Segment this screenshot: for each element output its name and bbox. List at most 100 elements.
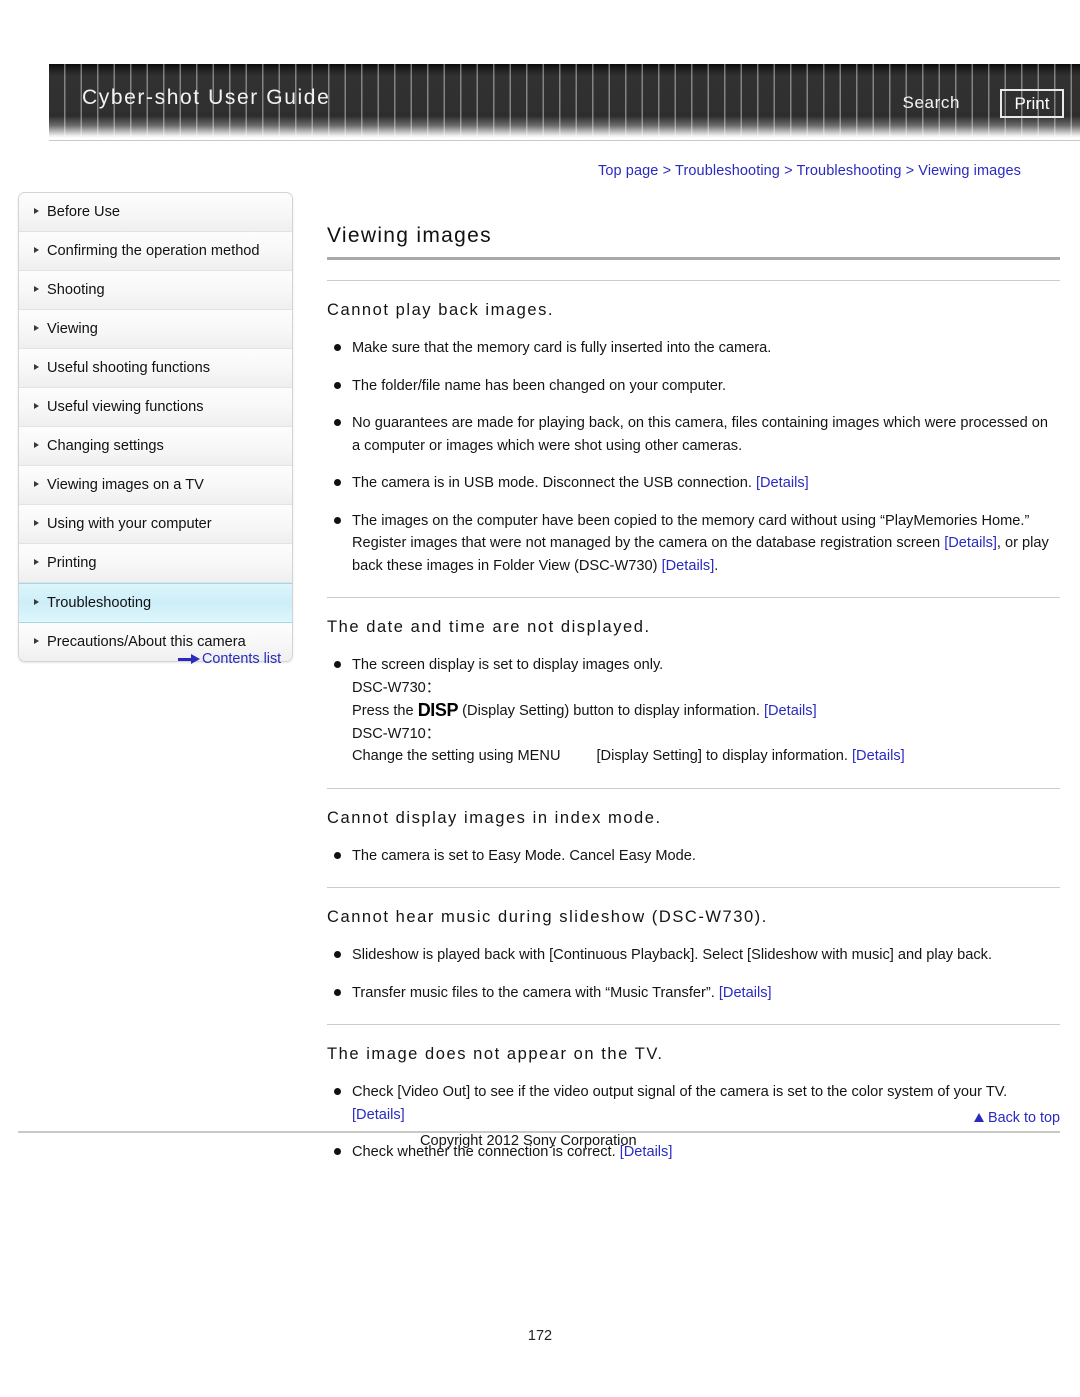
app-title: Cyber-shot User Guide <box>82 86 331 109</box>
main-content: Viewing images Cannot play back images. M… <box>327 224 1060 1164</box>
triangle-right-icon <box>34 638 39 644</box>
contents-list-label: Contents list <box>202 651 282 667</box>
app-header: Cyber-shot User Guide Search Print <box>49 64 1080 138</box>
sidebar-item-label: Viewing images on a TV <box>47 477 204 493</box>
bullet-item: The screen display is set to display ima… <box>327 654 1060 768</box>
bullet-item: No guarantees are made for playing back,… <box>327 412 1060 457</box>
bullet-dot-icon <box>334 516 341 524</box>
sidebar-item-confirming-the-operation-method[interactable]: Confirming the operation method <box>19 232 292 271</box>
bullet-item: Check [Video Out] to see if the video ou… <box>327 1081 1060 1126</box>
triangle-right-icon <box>34 559 39 565</box>
bullet-text: The folder/file name has been changed on… <box>352 377 727 394</box>
bullet-text: The camera is set to Easy Mode. Cancel E… <box>352 847 696 864</box>
triangle-right-icon <box>34 599 39 605</box>
sidebar-item-useful-shooting-functions[interactable]: Useful shooting functions <box>19 349 292 388</box>
sidebar-item-viewing[interactable]: Viewing <box>19 310 292 349</box>
sidebar-nav: Before Use Confirming the operation metho… <box>18 192 293 662</box>
bullet-text: The images on the computer have been cop… <box>352 512 1030 552</box>
sidebar-item-troubleshooting[interactable]: Troubleshooting <box>19 583 292 623</box>
content-section: Cannot display images in index mode. The … <box>327 768 1060 868</box>
content-section: The date and time are not displayed. The … <box>327 577 1060 768</box>
sidebar-item-label: Printing <box>47 555 97 571</box>
triangle-right-icon <box>34 481 39 487</box>
sidebar-item-label: Useful viewing functions <box>47 399 204 415</box>
bullet-item: The images on the computer have been cop… <box>327 510 1060 578</box>
page-number: 172 <box>527 1328 553 1344</box>
details-link[interactable]: [Details] <box>352 1107 405 1123</box>
sidebar-item-label: Changing settings <box>47 438 164 454</box>
bullet-text: The camera is in USB mode. Disconnect th… <box>352 475 756 491</box>
bullet-text: . <box>714 557 719 574</box>
sidebar-item-changing-settings[interactable]: Changing settings <box>19 427 292 466</box>
details-link[interactable]: [Details] <box>764 703 817 719</box>
bullet-text: Make sure that the memory card is fully … <box>352 340 772 356</box>
triangle-up-icon <box>974 1113 984 1122</box>
sections-container: Cannot play back images. Make sure that t… <box>327 260 1060 1164</box>
section-divider <box>327 280 1060 281</box>
bullet-text: Change the setting using MENU <box>352 748 561 764</box>
back-to-top-link[interactable]: Back to top <box>974 1110 1060 1126</box>
section-heading: Cannot display images in index mode. <box>327 808 662 827</box>
bullet-dot-icon <box>334 851 341 859</box>
disp-button-icon: DISP <box>417 700 459 720</box>
sidebar-item-label: Troubleshooting <box>47 595 152 611</box>
bullet-text: Press the <box>352 703 418 719</box>
bullet-dot-icon <box>334 419 341 426</box>
bullet-item: Slideshow is played back with [Continuou… <box>327 944 1060 967</box>
sidebar-item-using-with-your-computer[interactable]: Using with your computer <box>19 505 292 544</box>
details-link[interactable]: [Details] <box>662 558 715 574</box>
sidebar-item-label: Confirming the operation method <box>47 243 260 259</box>
bullet-dot-icon <box>334 479 341 486</box>
sidebar-item-label: Viewing <box>47 321 98 337</box>
bullet-dot-icon <box>334 1088 341 1095</box>
bullet-text: [Display Setting] to display information… <box>596 748 852 764</box>
bullet-text: Slideshow is played back with [Continuou… <box>352 947 993 963</box>
sidebar-item-shooting[interactable]: Shooting <box>19 271 292 310</box>
content-section: Cannot hear music during slideshow (DSC-… <box>327 867 1060 1004</box>
triangle-right-icon <box>34 247 39 253</box>
details-link[interactable]: [Details] <box>852 748 905 764</box>
bullet-text: The screen display is set to display ima… <box>352 657 664 673</box>
sidebar-item-printing[interactable]: Printing <box>19 544 292 583</box>
section-divider <box>327 887 1060 888</box>
bullet-dot-icon <box>334 1148 341 1155</box>
bullet-text: DSC-W710： <box>352 725 441 742</box>
bullet-text: (Display Setting) button to display info… <box>458 703 764 719</box>
back-to-top-label: Back to top <box>988 1110 1060 1126</box>
page-title: Viewing images <box>327 224 1060 260</box>
arrow-right-icon <box>178 654 200 664</box>
bullet-dot-icon <box>334 951 341 958</box>
triangle-right-icon <box>34 325 39 331</box>
sidebar-item-before-use[interactable]: Before Use <box>19 193 292 232</box>
content-section: Cannot play back images. Make sure that t… <box>327 260 1060 577</box>
bullet-list: Slideshow is played back with [Continuou… <box>327 944 1060 1004</box>
copyright-text: Copyright 2012 Sony Corporation <box>420 1133 637 1149</box>
bullet-dot-icon <box>334 381 341 389</box>
section-heading: Cannot hear music during slideshow (DSC-… <box>327 908 768 926</box>
triangle-right-icon <box>34 286 39 292</box>
print-button[interactable]: Print <box>1000 89 1064 118</box>
search-link[interactable]: Search <box>903 93 960 113</box>
sidebar-item-label: Precautions/About this camera <box>47 634 246 650</box>
bullet-list: The screen display is set to display ima… <box>327 654 1060 768</box>
details-link[interactable]: [Details] <box>756 475 809 491</box>
bullet-dot-icon <box>334 988 341 996</box>
bullet-item: Transfer music files to the camera with … <box>327 982 1060 1005</box>
sidebar-item-useful-viewing-functions[interactable]: Useful viewing functions <box>19 388 292 427</box>
bullet-text: DSC-W730： <box>352 679 441 696</box>
bullet-list: The camera is set to Easy Mode. Cancel E… <box>327 845 1060 868</box>
contents-list-link[interactable]: Contents list <box>178 651 281 667</box>
triangle-right-icon <box>34 520 39 526</box>
bullet-text: Check [Video Out] to see if the video ou… <box>352 1084 1008 1100</box>
details-link[interactable]: [Details] <box>719 985 772 1001</box>
details-link[interactable]: [Details] <box>944 535 997 551</box>
sidebar-item-label: Shooting <box>47 282 105 298</box>
sidebar-item-label: Before Use <box>47 204 121 220</box>
sidebar-item-viewing-images-on-a-tv[interactable]: Viewing images on a TV <box>19 466 292 505</box>
breadcrumb[interactable]: Top page > Troubleshooting > Troubleshoo… <box>598 163 1021 179</box>
section-divider <box>327 787 1060 789</box>
section-divider <box>327 1024 1060 1025</box>
sidebar-item-label: Using with your computer <box>47 516 212 532</box>
bullet-dot-icon <box>334 344 341 351</box>
triangle-right-icon <box>34 403 39 409</box>
